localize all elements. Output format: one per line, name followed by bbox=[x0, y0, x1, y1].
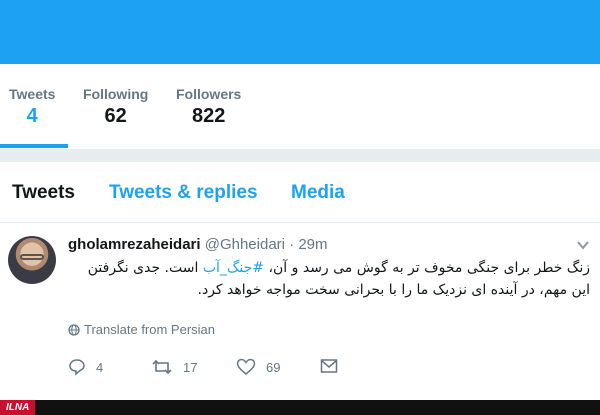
stat-followers-label: Followers bbox=[176, 86, 242, 102]
direct-message-button[interactable] bbox=[320, 358, 338, 374]
tab-media[interactable]: Media bbox=[291, 182, 345, 204]
stat-following[interactable]: Following 62 bbox=[83, 86, 148, 128]
tweet-header: gholamrezaheidari @Ghheidari · 29m bbox=[68, 236, 328, 253]
tweet-hashtag[interactable]: #جنگ_آب bbox=[203, 260, 264, 276]
stat-following-value: 62 bbox=[104, 105, 127, 127]
stat-tweets-label: Tweets bbox=[9, 86, 56, 102]
tweet-timestamp[interactable]: 29m bbox=[298, 236, 327, 253]
like-count: 69 bbox=[266, 359, 281, 375]
stat-followers[interactable]: Followers 822 bbox=[176, 86, 241, 128]
tweet-author-name[interactable]: gholamrezaheidari bbox=[68, 236, 201, 253]
tab-tweets[interactable]: Tweets bbox=[12, 182, 75, 204]
chevron-down-icon[interactable] bbox=[576, 238, 590, 252]
retweet-icon bbox=[152, 359, 172, 375]
tweet-card[interactable]: gholamrezaheidari @Ghheidari · 29m زنگ خ… bbox=[0, 223, 600, 400]
footer-strip: ILNA bbox=[0, 400, 600, 415]
tweet-actions: 4 17 69 bbox=[68, 358, 368, 378]
tweet-author-handle[interactable]: @Ghheidari bbox=[205, 236, 285, 253]
stat-tweets-value: 4 bbox=[26, 105, 38, 127]
tweet-text: زنگ خطر برای جنگی مخوف تر به گوش می رسد … bbox=[70, 257, 590, 301]
timeline-tabs: Tweets Tweets & replies Media bbox=[0, 162, 600, 223]
tab-tweets-and-replies[interactable]: Tweets & replies bbox=[109, 182, 258, 204]
reply-count: 4 bbox=[96, 359, 104, 375]
stat-followers-value: 822 bbox=[191, 105, 226, 127]
translate-link[interactable]: Translate from Persian bbox=[68, 322, 215, 337]
translate-label: Translate from Persian bbox=[84, 322, 216, 337]
avatar[interactable] bbox=[8, 236, 56, 284]
reply-icon bbox=[69, 359, 85, 376]
tweet-text-part-1: زنگ خطر برای جنگی مخوف تر به گوش می رسد … bbox=[264, 260, 590, 276]
stat-tweets[interactable]: Tweets 4 bbox=[9, 86, 55, 128]
ilna-logo: ILNA bbox=[0, 400, 36, 415]
avatar-glasses bbox=[20, 254, 44, 260]
section-gap bbox=[0, 150, 600, 162]
heart-icon bbox=[236, 358, 256, 375]
active-stat-indicator bbox=[0, 144, 68, 148]
globe-icon bbox=[68, 324, 80, 336]
profile-banner bbox=[0, 0, 600, 64]
tweet-separator: · bbox=[289, 236, 295, 253]
stat-following-label: Following bbox=[83, 86, 149, 102]
retweet-button[interactable]: 17 bbox=[151, 358, 197, 376]
reply-button[interactable]: 4 bbox=[68, 358, 103, 376]
retweet-count: 17 bbox=[183, 359, 198, 375]
profile-stats-bar: Tweets 4 Following 62 Followers 822 bbox=[0, 64, 600, 150]
like-button[interactable]: 69 bbox=[236, 358, 280, 376]
message-icon bbox=[320, 359, 338, 373]
